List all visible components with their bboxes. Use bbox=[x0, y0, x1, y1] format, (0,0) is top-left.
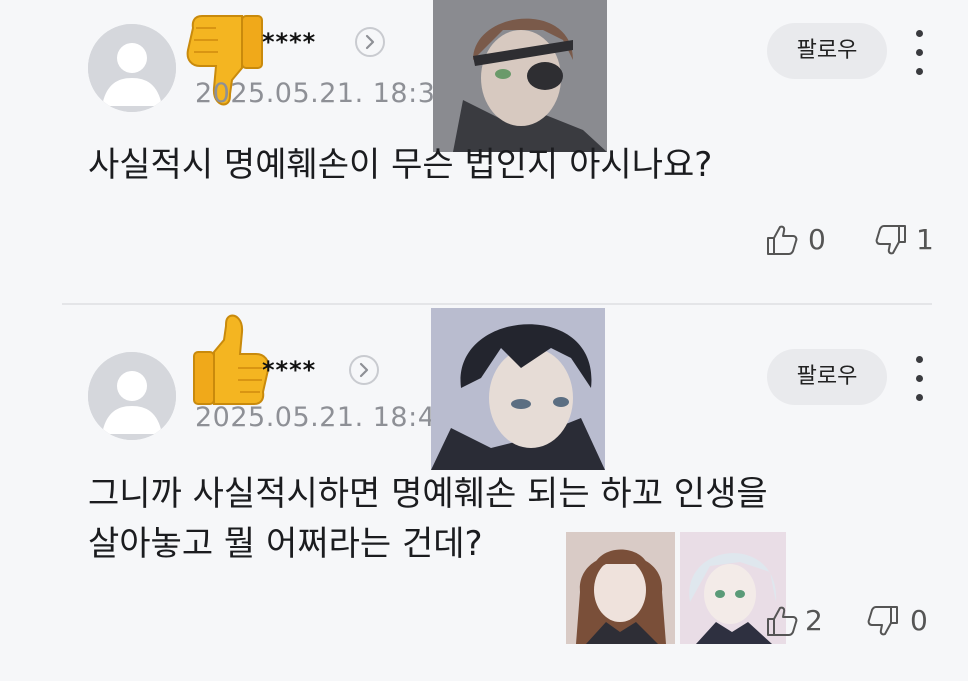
thumbs-up-outline-icon bbox=[767, 606, 798, 636]
chevron-right-icon bbox=[365, 34, 375, 50]
more-options-button[interactable] bbox=[913, 354, 925, 404]
profile-chevron-button[interactable] bbox=[355, 27, 385, 57]
default-user-icon bbox=[88, 24, 176, 112]
comment-text: 사실적시 명예훼손이 무슨 법인지 아시나요? bbox=[88, 140, 712, 190]
like-button[interactable]: 0 bbox=[765, 222, 835, 258]
character-portrait-image bbox=[566, 532, 675, 644]
character-portrait-image bbox=[431, 308, 605, 470]
dislike-count: 0 bbox=[910, 604, 928, 637]
default-user-icon bbox=[88, 352, 176, 440]
follow-button[interactable]: 팔로우 bbox=[767, 23, 887, 79]
comment-item-1: **** 2025.05.21. 18:33 팔로우 사실적시 명예훼손이 무슨… bbox=[0, 0, 968, 304]
comment-date: 2025.05.21. 18:33 bbox=[195, 78, 454, 109]
dislike-count: 1 bbox=[916, 223, 934, 256]
vertical-ellipsis-icon bbox=[916, 356, 923, 363]
character-portrait-image bbox=[433, 0, 607, 152]
more-options-button[interactable] bbox=[913, 28, 925, 78]
vertical-ellipsis-icon bbox=[916, 30, 923, 37]
dislike-button[interactable]: 0 bbox=[866, 603, 936, 639]
avatar[interactable] bbox=[88, 352, 176, 440]
follow-button[interactable]: 팔로우 bbox=[767, 349, 887, 405]
like-count: 0 bbox=[808, 223, 826, 256]
thumbs-down-outline-icon bbox=[875, 225, 906, 255]
comment-text-line: 사실적시 명예훼손이 무슨 법인지 아시나요? bbox=[88, 145, 713, 185]
chevron-right-icon bbox=[359, 362, 369, 378]
comment-divider bbox=[62, 303, 932, 305]
like-count: 2 bbox=[805, 604, 823, 637]
comment-date: 2025.05.21. 18:48 bbox=[195, 402, 454, 433]
like-button[interactable]: 2 bbox=[765, 603, 835, 639]
username[interactable]: **** bbox=[262, 28, 316, 56]
username[interactable]: **** bbox=[262, 356, 316, 384]
comment-text-line: 그니까 사실적시하면 명예훼손 되는 하꼬 인생을 bbox=[88, 474, 768, 514]
profile-chevron-button[interactable] bbox=[349, 355, 379, 385]
thumbs-up-emoji-icon bbox=[186, 308, 270, 410]
thumbs-down-outline-icon bbox=[867, 606, 898, 636]
avatar[interactable] bbox=[88, 24, 176, 112]
comment-item-2: **** 2025.05.21. 18:48 팔로우 그니까 사실적시하면 명예… bbox=[0, 306, 968, 681]
thumbs-up-outline-icon bbox=[767, 225, 798, 255]
dislike-button[interactable]: 1 bbox=[874, 222, 934, 258]
